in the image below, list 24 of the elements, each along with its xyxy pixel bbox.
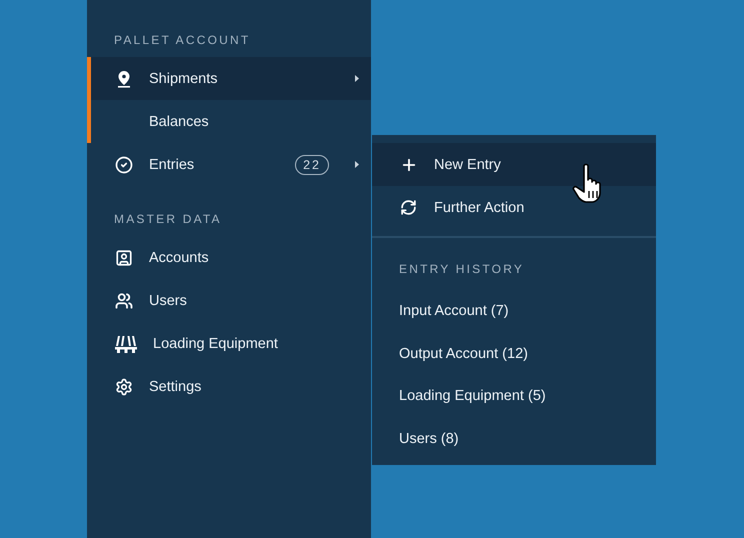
- menu-item[interactable]: Further Action: [372, 186, 656, 229]
- menu-item[interactable]: New Entry: [372, 143, 656, 186]
- pallet-icon: [115, 334, 137, 352]
- sidebar-item[interactable]: Loading Equipment: [87, 322, 371, 365]
- sidebar-item[interactable]: Shipments: [87, 57, 371, 100]
- sidebar-item[interactable]: Settings: [87, 365, 371, 408]
- check-circle-icon: [115, 156, 133, 174]
- sidebar-item[interactable]: Entries 22: [87, 143, 371, 186]
- section-header: PALLET ACCOUNT: [113, 32, 252, 49]
- section-header: MASTER DATA: [113, 211, 223, 228]
- menu-item[interactable]: Loading Equipment (5): [372, 375, 656, 418]
- menu-item[interactable]: Input Account (7): [372, 290, 656, 333]
- location-pin-icon: [115, 70, 133, 88]
- sidebar-item[interactable]: Accounts: [87, 236, 371, 279]
- count-badge: 22: [295, 154, 329, 174]
- users-icon: [115, 292, 133, 310]
- section-header: ENTRY HISTORY: [398, 261, 526, 278]
- sidebar-item[interactable]: Balances: [87, 100, 371, 143]
- menu-item[interactable]: Users (8): [372, 418, 656, 460]
- menu-item[interactable]: Output Account (12): [372, 332, 656, 376]
- settings-icon: [115, 378, 133, 396]
- sidebar-item[interactable]: Users: [87, 279, 371, 322]
- contact-card-icon: [115, 248, 133, 266]
- refresh-icon: [400, 198, 418, 216]
